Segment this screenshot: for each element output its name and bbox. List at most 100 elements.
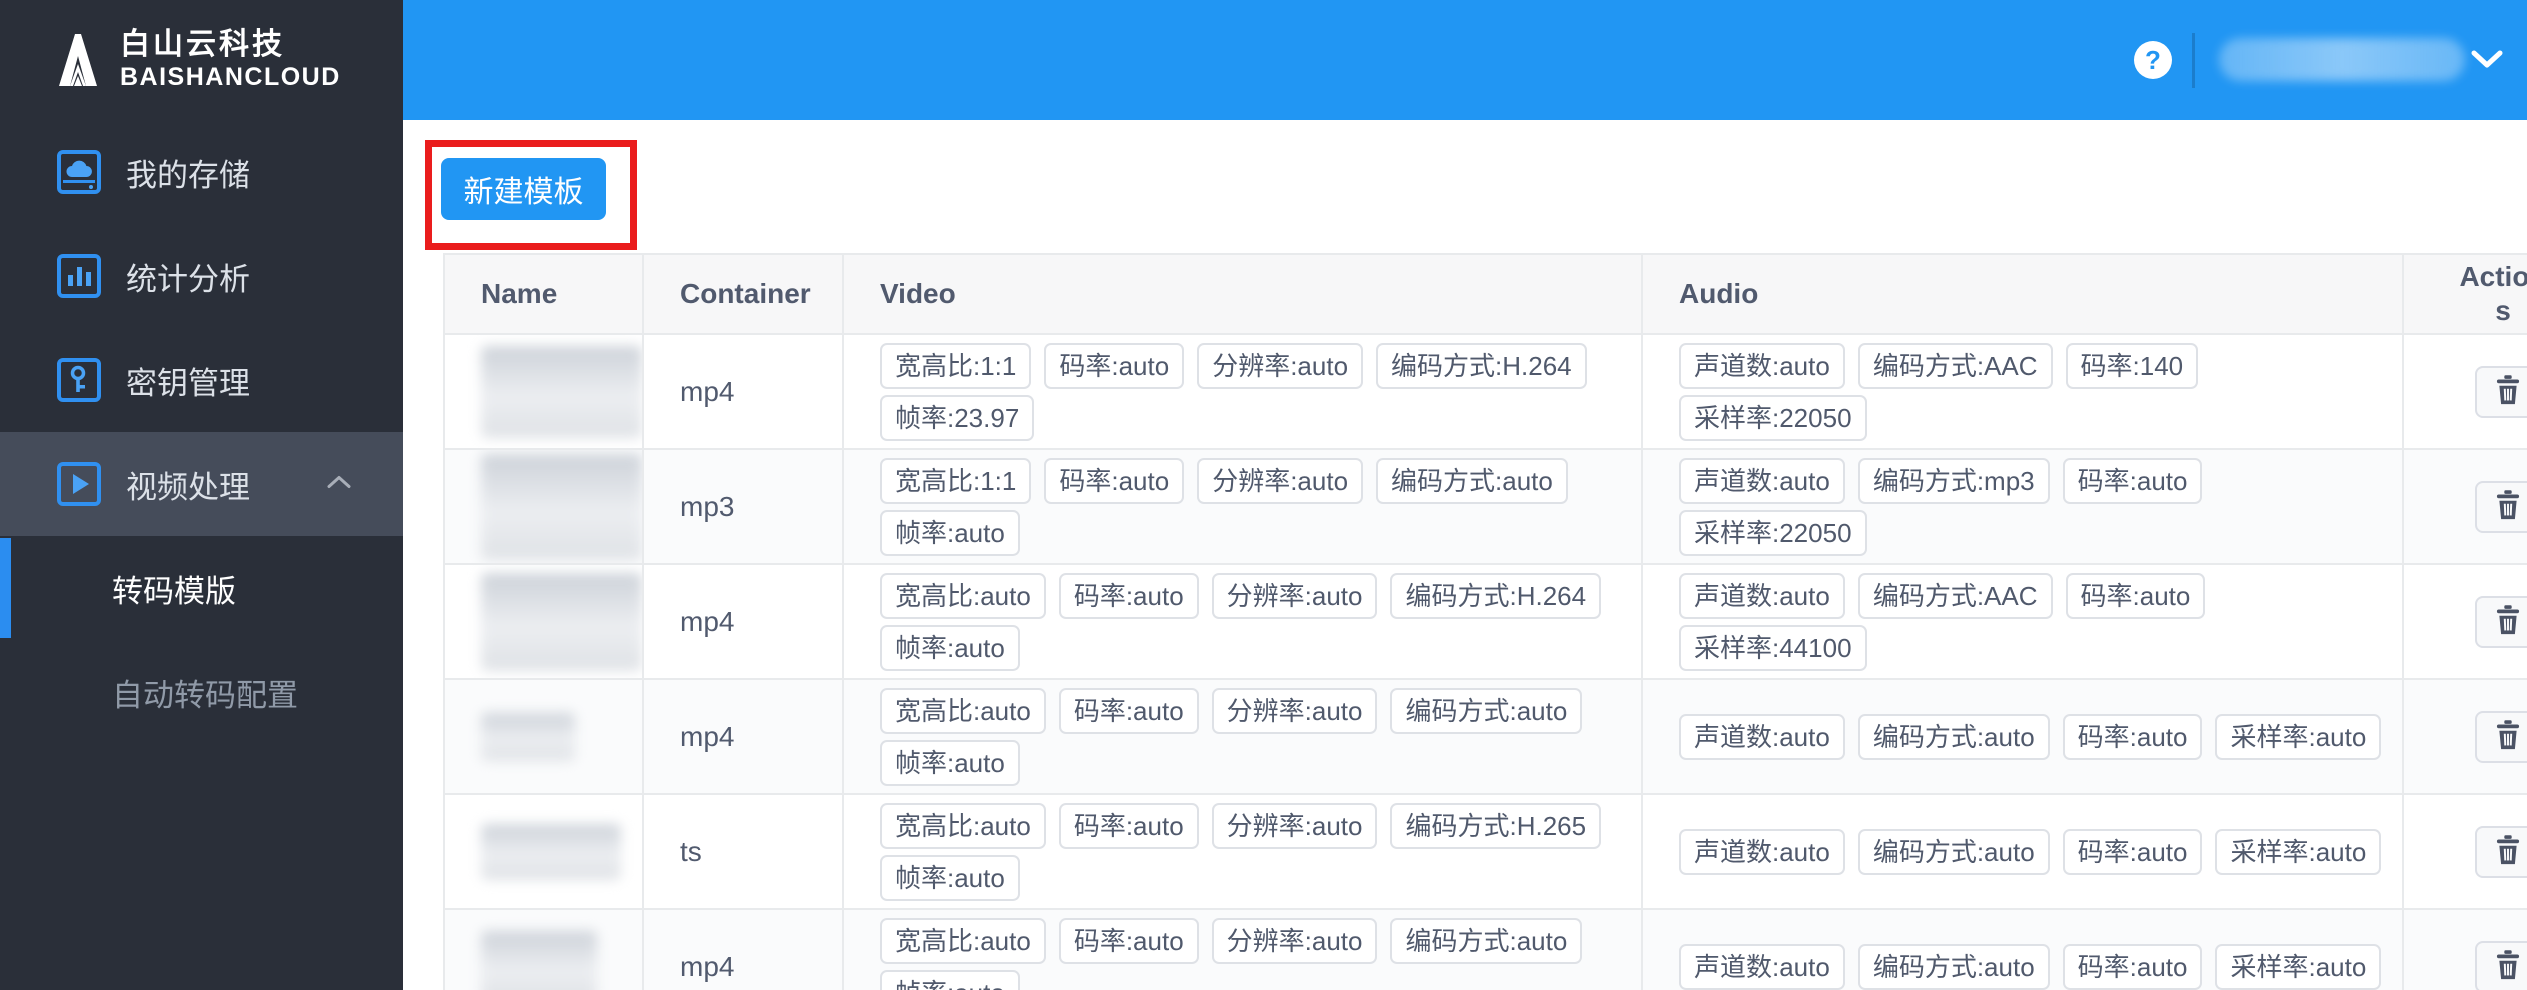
app-root: 白山云科技 BAISHANCLOUD 我的存储 统计分析 密钥管理 视频处理 转…: [0, 0, 2527, 990]
sidebar-subitem-label: 自动转码配置: [112, 677, 298, 713]
column-header-container: Container: [644, 255, 844, 335]
sidebar-item-statistics[interactable]: 统计分析: [0, 224, 403, 328]
param-tag: 分辨率:auto: [1211, 802, 1378, 849]
new-template-button[interactable]: 新建模板: [441, 158, 606, 220]
cell-container: ts: [644, 795, 844, 910]
cell-video-params: 宽高比:auto 码率:auto 分辨率:auto 编码方式:auto 帧率:auto: [844, 910, 1643, 990]
param-tag: 码率:auto: [2062, 943, 2203, 990]
sidebar-subitem-transcode-template[interactable]: 转码模版: [0, 536, 403, 640]
param-tag: 分辨率:auto: [1197, 342, 1364, 389]
sidebar-item-label: 我的存储: [126, 157, 250, 193]
table-row: mp4 宽高比:auto 码率:auto 分辨率:auto 编码方式:H.264 帧率:…: [445, 565, 2527, 680]
param-tag: 编码方式:auto: [1857, 943, 2050, 990]
param-tag: 宽高比:auto: [880, 802, 1046, 849]
sidebar-item-label: 密钥管理: [126, 365, 250, 401]
cell-actions: [2404, 795, 2527, 910]
help-icon[interactable]: ?: [2134, 41, 2172, 79]
redacted-name-blur: [481, 572, 642, 671]
video-play-icon: [56, 461, 102, 507]
param-tag: 编码方式:mp3: [1857, 457, 2050, 504]
trash-icon: [2493, 834, 2523, 869]
brand-logo[interactable]: 白山云科技 BAISHANCLOUD: [0, 0, 403, 120]
cell-actions: [2404, 910, 2527, 990]
param-tag: 编码方式:H.264: [1390, 572, 1602, 619]
user-dropdown[interactable]: [2187, 0, 2527, 120]
redacted-name-blur: [481, 345, 642, 438]
param-tag: 宽高比:auto: [880, 687, 1046, 734]
bar-chart-icon: [56, 253, 102, 299]
trash-icon: [2493, 604, 2523, 639]
param-tag: 宽高比:1:1: [880, 342, 1032, 389]
cell-audio-params: 声道数:auto 编码方式:AAC 码率:auto 采样率:44100: [1643, 565, 2404, 680]
param-tag: 采样率:auto: [2215, 713, 2382, 760]
column-header-video: Video: [844, 255, 1643, 335]
cell-actions: [2404, 680, 2527, 795]
sidebar-item-video-processing[interactable]: 视频处理: [0, 432, 403, 536]
param-tag: 码率:auto: [1044, 342, 1185, 389]
sidebar-item-label: 视频处理: [126, 469, 250, 505]
param-tag: 帧率:auto: [880, 739, 1020, 786]
sidebar-menu: 我的存储 统计分析 密钥管理 视频处理 转码模版 自动转码配置: [0, 120, 403, 744]
cell-container: mp4: [644, 335, 844, 450]
param-tag: 码率:auto: [2062, 828, 2203, 875]
cell-actions: [2404, 335, 2527, 450]
delete-button[interactable]: [2475, 825, 2527, 878]
company-name-cn: 白山云科技: [120, 28, 285, 61]
trash-icon: [2493, 949, 2523, 984]
param-tag: 分辨率:auto: [1211, 687, 1378, 734]
sidebar-item-my-storage[interactable]: 我的存储: [0, 120, 403, 224]
cell-name: [445, 910, 644, 990]
param-tag: 码率:140: [2065, 342, 2199, 389]
delete-button[interactable]: [2475, 710, 2527, 763]
param-tag: 码率:auto: [1058, 917, 1199, 964]
sidebar-item-label: 统计分析: [126, 261, 250, 297]
param-tag: 编码方式:auto: [1390, 687, 1583, 734]
cell-container: mp3: [644, 450, 844, 565]
delete-button[interactable]: [2475, 480, 2527, 533]
delete-button[interactable]: [2475, 365, 2527, 418]
param-tag: 帧率:auto: [880, 509, 1020, 556]
param-tag: 编码方式:auto: [1376, 457, 1568, 504]
cell-video-params: 宽高比:auto 码率:auto 分辨率:auto 编码方式:H.265 帧率:auto: [844, 795, 1643, 910]
column-header-audio: Audio: [1643, 255, 2404, 335]
cell-name: [445, 335, 644, 450]
param-tag: 声道数:auto: [1679, 342, 1845, 389]
redacted-name-blur: [481, 930, 597, 990]
param-tag: 宽高比:auto: [880, 572, 1046, 619]
param-tag: 声道数:auto: [1679, 457, 1845, 504]
param-tag: 码率:auto: [1044, 457, 1185, 504]
param-tag: 编码方式:auto: [1390, 917, 1583, 964]
topbar: ?: [403, 0, 2527, 120]
cell-video-params: 宽高比:auto 码率:auto 分辨率:auto 编码方式:H.264 帧率:auto: [844, 565, 1643, 680]
table-body: mp4 宽高比:1:1 码率:auto 分辨率:auto 编码方式:H.264 帧率:2…: [445, 335, 2527, 990]
redacted-name-blur: [481, 823, 621, 880]
table-row: mp4 宽高比:auto 码率:auto 分辨率:auto 编码方式:auto 帧率:a…: [445, 910, 2527, 990]
param-tag: 编码方式:AAC: [1857, 572, 2053, 619]
delete-button[interactable]: [2475, 940, 2527, 990]
delete-button[interactable]: [2475, 595, 2527, 648]
param-tag: 编码方式:H.265: [1390, 802, 1602, 849]
param-tag: 声道数:auto: [1679, 828, 1845, 875]
param-tag: 码率:auto: [2065, 572, 2206, 619]
trash-icon: [2493, 374, 2523, 409]
param-tag: 帧率:auto: [880, 624, 1020, 671]
table-row: ts 宽高比:auto 码率:auto 分辨率:auto 编码方式:H.265 帧率:a…: [445, 795, 2527, 910]
param-tag: 采样率:22050: [1679, 394, 1867, 441]
sidebar-item-key-management[interactable]: 密钥管理: [0, 328, 403, 432]
cell-actions: [2404, 450, 2527, 565]
cell-container: mp4: [644, 680, 844, 795]
param-tag: 采样率:22050: [1679, 509, 1867, 556]
container-value: mp4: [680, 375, 735, 407]
param-tag: 编码方式:auto: [1857, 828, 2050, 875]
table-row: mp3 宽高比:1:1 码率:auto 分辨率:auto 编码方式:auto 帧率:au…: [445, 450, 2527, 565]
param-tag: 声道数:auto: [1679, 943, 1845, 990]
cell-audio-params: 声道数:auto 编码方式:auto 码率:auto 采样率:auto: [1643, 680, 2404, 795]
column-header-name: Name: [445, 255, 644, 335]
param-tag: 宽高比:auto: [880, 917, 1046, 964]
sidebar-subitem-auto-transcode-config[interactable]: 自动转码配置: [0, 640, 403, 744]
cell-video-params: 宽高比:1:1 码率:auto 分辨率:auto 编码方式:auto 帧率:auto: [844, 450, 1643, 565]
sidebar: 白山云科技 BAISHANCLOUD 我的存储 统计分析 密钥管理 视频处理 转…: [0, 0, 403, 990]
param-tag: 分辨率:auto: [1211, 572, 1378, 619]
column-header-actions: Actions: [2404, 255, 2527, 335]
user-name-redacted: [2219, 38, 2465, 81]
